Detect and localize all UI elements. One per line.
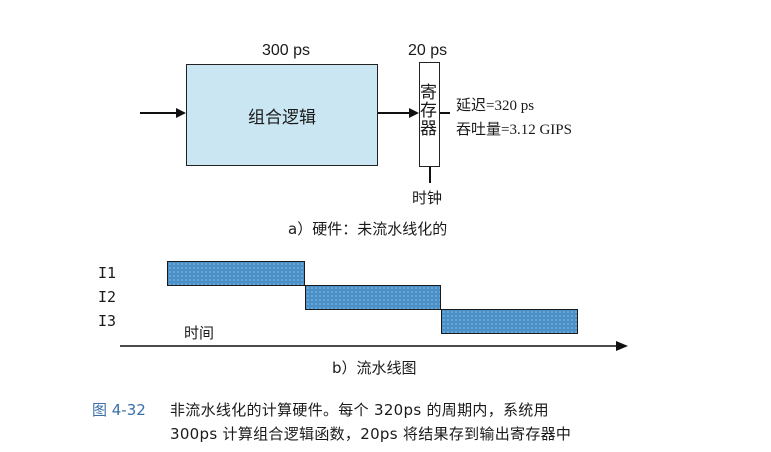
instruction-label-i3: I3 — [98, 312, 117, 330]
throughput-label: 吞吐量=3.12 GIPS — [456, 122, 572, 138]
pipeline-bar-i2 — [305, 285, 441, 310]
register-box: 寄存器 — [416, 62, 440, 167]
register-label: 寄存器 — [416, 83, 436, 137]
caption-a: a）硬件：未流水线化的 — [288, 220, 448, 238]
clock-label: 时钟 — [412, 189, 443, 207]
register-delay-label: 20 ps — [408, 42, 448, 59]
caption-b: b）流水线图 — [332, 359, 417, 377]
latency-label: 延迟=320 ps — [456, 98, 535, 114]
figure-number: 图 4-32 — [92, 401, 146, 419]
time-axis-arrowhead — [616, 341, 628, 351]
instruction-label-i2: I2 — [98, 288, 117, 306]
pipeline-bar-i3 — [441, 309, 578, 334]
figure-caption-line2: 300ps 计算组合逻辑函数，20ps 将结果存到输出寄存器中 — [170, 425, 572, 443]
pipeline-bar-i1 — [167, 261, 305, 286]
logic-delay-label: 300 ps — [262, 42, 311, 59]
combinational-logic-box: 组合逻辑 — [186, 64, 378, 166]
figure-caption-line1: 非流水线化的计算硬件。每个 320ps 的周期内，系统用 — [170, 401, 549, 419]
combinational-logic-label: 组合逻辑 — [248, 108, 316, 128]
time-label: 时间 — [184, 324, 215, 342]
instruction-label-i1: I1 — [98, 264, 117, 282]
input-arrowhead — [176, 108, 186, 118]
